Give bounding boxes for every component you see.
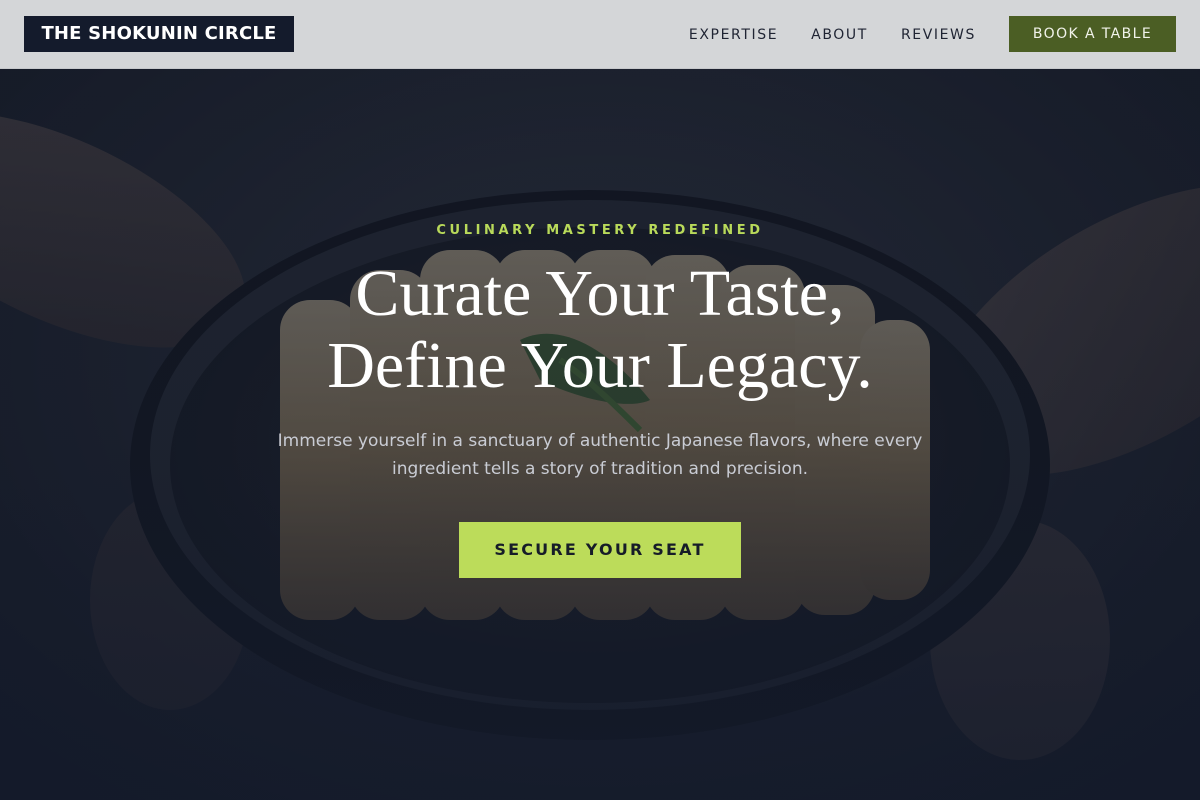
nav-links: EXPERTISE ABOUT REVIEWS bbox=[689, 0, 976, 69]
hero-subtext: Immerse yourself in a sanctuary of authe… bbox=[277, 431, 923, 479]
book-table-button[interactable]: BOOK A TABLE bbox=[1009, 16, 1176, 52]
hero-headline: Curate Your Taste, Define Your Legacy. bbox=[150, 258, 1050, 402]
nav-link-expertise[interactable]: EXPERTISE bbox=[689, 27, 778, 43]
brand-logo[interactable]: THE SHOKUNIN CIRCLE bbox=[24, 16, 294, 52]
hero-headline-line-1: Curate Your Taste, bbox=[355, 257, 845, 330]
hero-eyebrow: CULINARY MASTERY REDEFINED bbox=[436, 223, 764, 238]
secure-seat-button[interactable]: SECURE YOUR SEAT bbox=[459, 522, 741, 578]
nav-link-about[interactable]: ABOUT bbox=[811, 27, 868, 43]
hero-content: CULINARY MASTERY REDEFINED Curate Your T… bbox=[0, 0, 1200, 800]
top-navbar: THE SHOKUNIN CIRCLE EXPERTISE ABOUT REVI… bbox=[0, 0, 1200, 69]
nav-link-reviews[interactable]: REVIEWS bbox=[901, 27, 976, 43]
hero-headline-line-2: Define Your Legacy. bbox=[327, 329, 873, 402]
landing-page: THE SHOKUNIN CIRCLE EXPERTISE ABOUT REVI… bbox=[0, 0, 1200, 800]
